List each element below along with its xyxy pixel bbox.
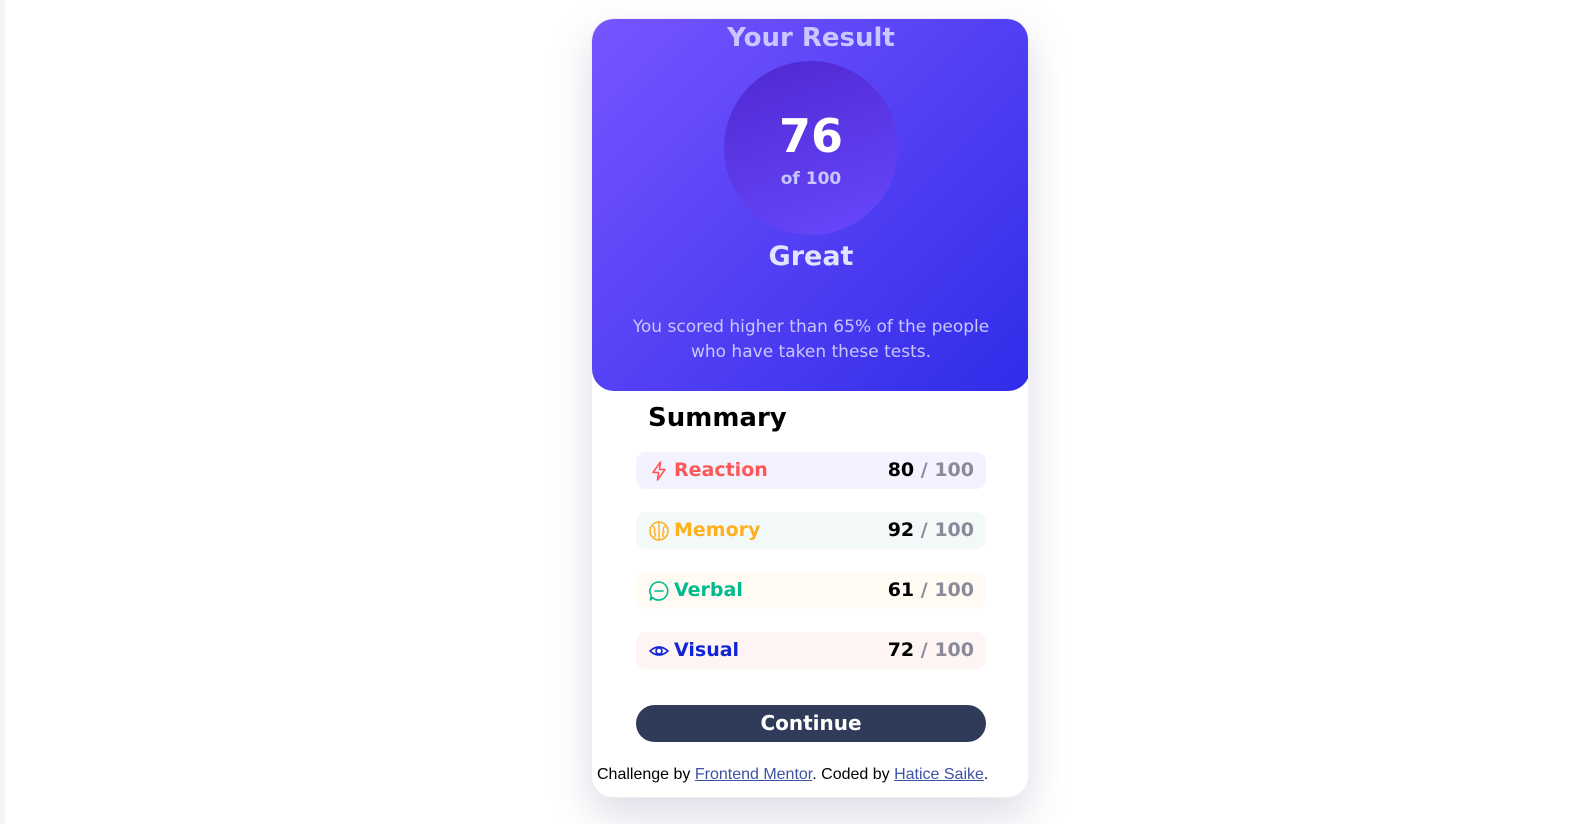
author-link[interactable]: Hatice Saike — [894, 766, 984, 783]
footer-prefix: Challenge by — [597, 766, 695, 783]
summary-item-score: 92 / 100 — [887, 519, 974, 541]
summary-item-label: Memory — [674, 519, 761, 541]
summary-title: Summary — [648, 403, 787, 433]
summary-item-score: 72 / 100 — [887, 639, 974, 661]
continue-button[interactable]: Continue — [636, 705, 986, 742]
summary-item-memory: Memory 92 / 100 — [636, 512, 986, 549]
eye-icon — [648, 640, 670, 662]
lightning-icon — [648, 460, 670, 482]
summary-item-label: Reaction — [674, 459, 768, 481]
page-viewport: Your Result 76 of 100 Great You scored h… — [5, 0, 1595, 824]
attribution-footer: Challenge by Frontend Mentor. Coded by H… — [591, 766, 1029, 784]
results-card: Your Result 76 of 100 Great You scored h… — [591, 18, 1029, 798]
result-panel: Your Result 76 of 100 Great You scored h… — [592, 19, 1028, 391]
score-value: 76 — [778, 109, 843, 163]
frontend-mentor-link[interactable]: Frontend Mentor — [695, 766, 812, 783]
chat-bubble-icon — [648, 580, 670, 602]
summary-item-label: Visual — [674, 639, 740, 661]
score-of-total: of 100 — [780, 169, 842, 189]
summary-item-label: Verbal — [674, 579, 743, 601]
brain-icon — [648, 520, 670, 542]
result-title: Your Result — [727, 23, 895, 53]
footer-suffix: . — [983, 766, 989, 783]
summary-item-reaction: Reaction 80 / 100 — [636, 452, 986, 489]
result-description: You scored higher than 65% of the people… — [632, 317, 990, 362]
score-circle: 76 of 100 — [724, 61, 898, 235]
result-rating: Great — [768, 241, 854, 272]
summary-item-visual: Visual 72 / 100 — [636, 632, 986, 669]
summary-item-verbal: Verbal 61 / 100 — [636, 572, 986, 609]
summary-item-score: 61 / 100 — [887, 579, 974, 601]
footer-middle: . Coded by — [812, 766, 895, 783]
summary-item-score: 80 / 100 — [887, 459, 974, 481]
